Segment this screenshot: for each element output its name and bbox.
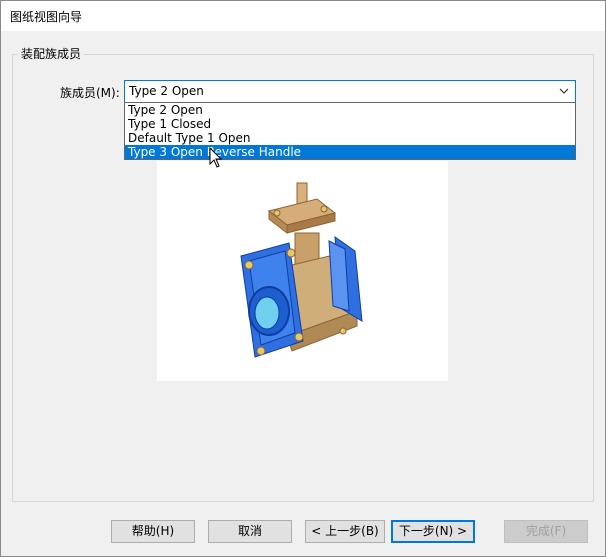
preview-panel <box>157 161 448 381</box>
group-title: 装配族成员 <box>18 45 85 62</box>
chevron-down-icon[interactable] <box>559 86 569 96</box>
cancel-button[interactable]: 取消 <box>208 520 292 543</box>
family-member-dropdown: Type 2 Open Type 1 Closed Default Type 1… <box>124 102 576 160</box>
family-member-label: 族成员(M): <box>60 86 120 100</box>
mouse-cursor-icon <box>209 147 223 168</box>
finish-button[interactable]: 完成(F) <box>504 520 588 543</box>
valve-assembly-image <box>240 182 363 358</box>
dropdown-option[interactable]: Type 2 Open <box>125 103 575 117</box>
combobox-value: Type 2 Open <box>129 84 204 98</box>
dropdown-option[interactable]: Default Type 1 Open <box>125 131 575 145</box>
next-button[interactable]: 下一步(N) > <box>391 520 475 543</box>
title-bar: 图纸视图向导 <box>1 1 605 31</box>
back-button[interactable]: < 上一步(B) <box>305 520 385 543</box>
window-title: 图纸视图向导 <box>10 10 83 24</box>
family-member-combobox[interactable]: Type 2 Open <box>124 80 576 103</box>
help-button[interactable]: 帮助(H) <box>111 520 195 543</box>
dropdown-option[interactable]: Type 1 Closed <box>125 117 575 131</box>
dropdown-option-selected[interactable]: Type 3 Open Reverse Handle <box>125 145 575 159</box>
